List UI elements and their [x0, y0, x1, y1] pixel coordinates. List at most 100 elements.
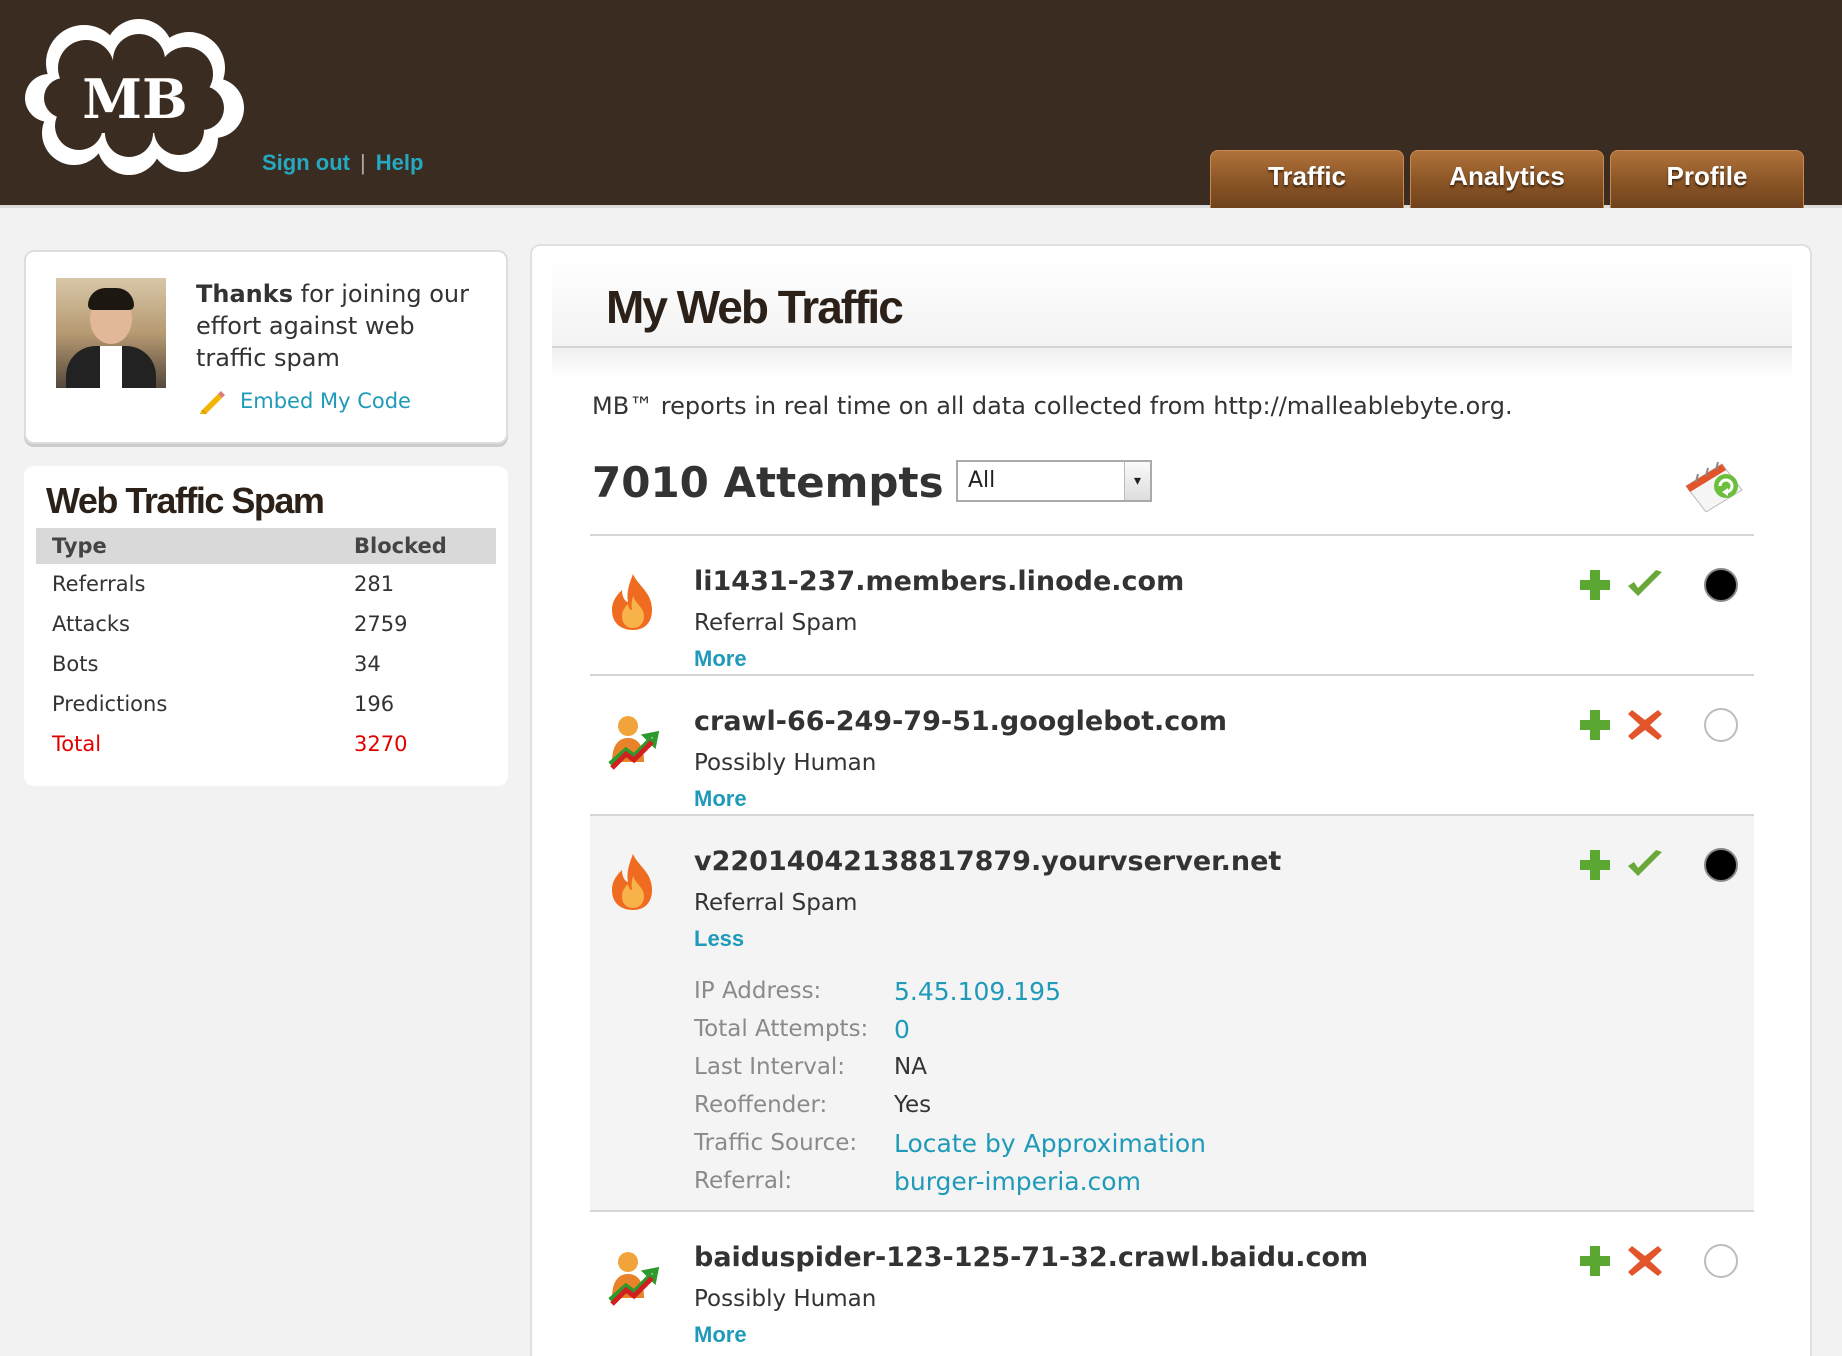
entry-hostname: crawl-66-249-79-51.googlebot.com — [694, 706, 1227, 737]
list-item: baiduspider-123-125-71-32.crawl.baidu.co… — [590, 1210, 1754, 1350]
row-type: Attacks — [52, 612, 130, 636]
detail-row-referral: Referral: burger-imperia.com — [694, 1162, 1206, 1200]
page-title: My Web Traffic — [606, 281, 904, 333]
filter-value: All — [968, 468, 996, 493]
avatar-hair — [88, 288, 134, 310]
list-item: li1431-237.members.linode.com Referral S… — [590, 534, 1754, 674]
traffic-source-link[interactable]: Locate by Approximation — [894, 1129, 1206, 1158]
ip-address-link[interactable]: 5.45.109.195 — [894, 977, 1061, 1006]
detail-row-ip: IP Address: 5.45.109.195 — [694, 972, 1206, 1010]
detail-label: Referral: — [694, 1168, 793, 1194]
detail-label: IP Address: — [694, 978, 822, 1004]
select-radio[interactable] — [1704, 708, 1738, 742]
detail-row-reoffender: Reoffender: Yes — [694, 1086, 1206, 1124]
entry-type: Possibly Human — [694, 750, 877, 776]
detail-label: Last Interval: — [694, 1054, 846, 1080]
row-blocked: 2759 — [354, 612, 408, 636]
row-type: Referrals — [52, 572, 146, 596]
detail-value: Yes — [894, 1092, 932, 1118]
thanks-bold: Thanks — [196, 280, 293, 308]
referral-link[interactable]: burger-imperia.com — [894, 1167, 1141, 1196]
calendar-refresh-icon[interactable] — [1682, 456, 1746, 512]
toggle-more-link[interactable]: More — [694, 1322, 747, 1348]
detail-row-source: Traffic Source: Locate by Approximation — [694, 1124, 1206, 1162]
top-header: MB Sign out | Help Traffic Analytics Profi… — [0, 0, 1842, 208]
attempts-count: 7010 Attempts — [592, 458, 944, 507]
row-blocked: 196 — [354, 692, 395, 716]
spam-table-header: Type Blocked — [36, 528, 496, 564]
select-radio[interactable] — [1704, 568, 1738, 602]
user-links: Sign out | Help — [262, 150, 423, 176]
entry-type: Possibly Human — [694, 1286, 877, 1312]
total-label: Total — [52, 732, 102, 756]
traffic-filter-select[interactable]: All ▾ — [956, 460, 1152, 502]
spam-summary-card: Web Traffic Spam Type Blocked Referrals … — [24, 466, 508, 786]
fire-icon — [612, 574, 652, 630]
tab-traffic[interactable]: Traffic — [1210, 150, 1404, 208]
embed-code-link[interactable]: Embed My Code — [196, 386, 411, 416]
pencil-icon — [200, 391, 225, 415]
check-icon[interactable] — [1626, 848, 1664, 882]
human-icon — [608, 716, 660, 770]
add-icon[interactable] — [1578, 848, 1612, 882]
entry-details: IP Address: 5.45.109.195 Total Attempts:… — [694, 972, 1206, 1200]
col-blocked-header: Blocked — [354, 534, 447, 558]
report-description: MB™ reports in real time on all data col… — [592, 392, 1513, 420]
toggle-more-link[interactable]: More — [694, 646, 747, 672]
toggle-more-link[interactable]: More — [694, 786, 747, 812]
spam-title: Web Traffic Spam — [46, 480, 325, 521]
detail-row-interval: Last Interval: NA — [694, 1048, 1206, 1086]
col-type-header: Type — [52, 534, 107, 558]
entry-actions — [1578, 848, 1664, 882]
reject-x-icon[interactable] — [1626, 1244, 1664, 1278]
total-value: 3270 — [354, 732, 408, 756]
table-row: Predictions 196 — [36, 684, 496, 724]
avatar-shirt — [100, 346, 122, 388]
detail-row-total: Total Attempts: 0 — [694, 1010, 1206, 1048]
fire-icon — [612, 854, 652, 910]
detail-label: Reoffender: — [694, 1092, 828, 1118]
check-icon[interactable] — [1626, 568, 1664, 602]
select-radio[interactable] — [1704, 848, 1738, 882]
panel-shadow — [552, 348, 1792, 378]
entry-type: Referral Spam — [694, 890, 858, 916]
detail-label: Total Attempts: — [694, 1016, 869, 1042]
tab-profile[interactable]: Profile — [1610, 150, 1804, 208]
total-attempts-link[interactable]: 0 — [894, 1015, 910, 1044]
add-icon[interactable] — [1578, 1244, 1612, 1278]
sign-out-link[interactable]: Sign out — [262, 150, 350, 175]
thanks-message: Thanks for joining our effort against we… — [196, 278, 492, 374]
toggle-less-link[interactable]: Less — [694, 926, 744, 952]
entry-actions — [1578, 1244, 1664, 1278]
spam-table: Type Blocked Referrals 281 Attacks 2759 … — [36, 528, 496, 764]
help-link[interactable]: Help — [376, 150, 424, 175]
traffic-list: li1431-237.members.linode.com Referral S… — [590, 534, 1754, 1350]
row-blocked: 34 — [354, 652, 381, 676]
table-row: Referrals 281 — [36, 564, 496, 604]
tab-analytics[interactable]: Analytics — [1410, 150, 1604, 208]
add-icon[interactable] — [1578, 708, 1612, 742]
row-blocked: 281 — [354, 572, 395, 596]
entry-actions — [1578, 568, 1664, 602]
human-icon — [608, 1252, 660, 1306]
entry-actions — [1578, 708, 1664, 742]
detail-value: NA — [894, 1054, 927, 1080]
row-type: Bots — [52, 652, 99, 676]
add-icon[interactable] — [1578, 568, 1612, 602]
web-traffic-panel: My Web Traffic MB™ reports in real time … — [530, 244, 1812, 1356]
table-row: Attacks 2759 — [36, 604, 496, 644]
link-separator: | — [359, 150, 366, 175]
embed-code-label: Embed My Code — [240, 389, 411, 413]
entry-hostname: v22014042138817879.yourvserver.net — [694, 846, 1282, 877]
select-radio[interactable] — [1704, 1244, 1738, 1278]
mb-cloud-logo[interactable]: MB — [24, 18, 246, 176]
entry-hostname: baiduspider-123-125-71-32.crawl.baidu.co… — [694, 1242, 1369, 1273]
dropdown-arrow-icon: ▾ — [1124, 462, 1150, 500]
profile-card: Thanks for joining our effort against we… — [24, 250, 508, 444]
list-item: crawl-66-249-79-51.googlebot.com Possibl… — [590, 674, 1754, 814]
reject-x-icon[interactable] — [1626, 708, 1664, 742]
total-row: Total 3270 — [36, 724, 496, 764]
panel-header: My Web Traffic — [552, 256, 1792, 348]
list-item-expanded: v22014042138817879.yourvserver.net Refer… — [590, 814, 1754, 1210]
entry-hostname: li1431-237.members.linode.com — [694, 566, 1185, 597]
